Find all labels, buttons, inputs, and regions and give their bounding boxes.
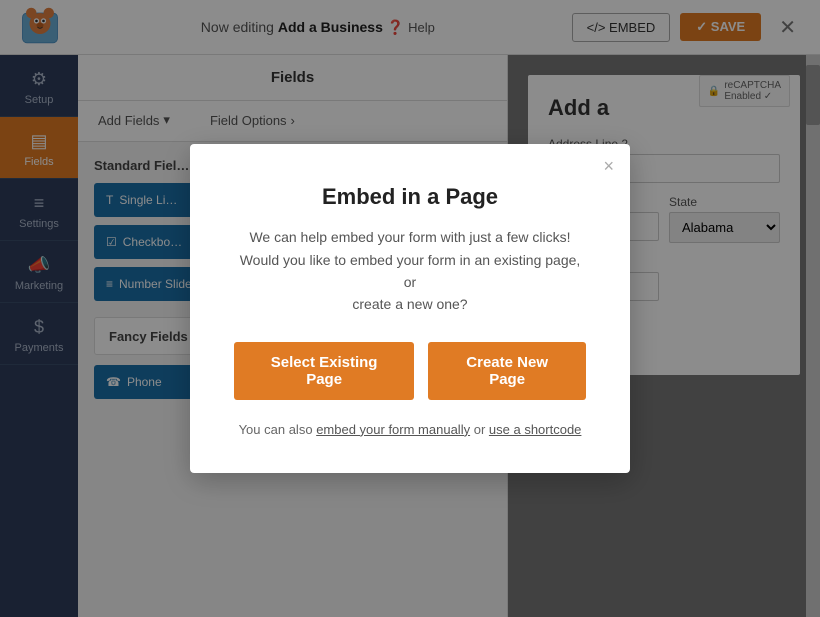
modal-buttons: Select Existing Page Create New Page <box>234 342 586 400</box>
modal-footer: You can also embed your form manually or… <box>234 422 586 437</box>
use-shortcode-link[interactable]: use a shortcode <box>489 422 582 437</box>
create-new-page-button[interactable]: Create New Page <box>428 342 586 400</box>
embed-modal: × Embed in a Page We can help embed your… <box>190 144 630 473</box>
select-existing-page-button[interactable]: Select Existing Page <box>234 342 414 400</box>
modal-overlay: × Embed in a Page We can help embed your… <box>0 0 820 617</box>
modal-title: Embed in a Page <box>234 184 586 210</box>
embed-manually-link[interactable]: embed your form manually <box>316 422 470 437</box>
modal-description: We can help embed your form with just a … <box>234 226 586 316</box>
modal-close-button[interactable]: × <box>603 156 614 177</box>
